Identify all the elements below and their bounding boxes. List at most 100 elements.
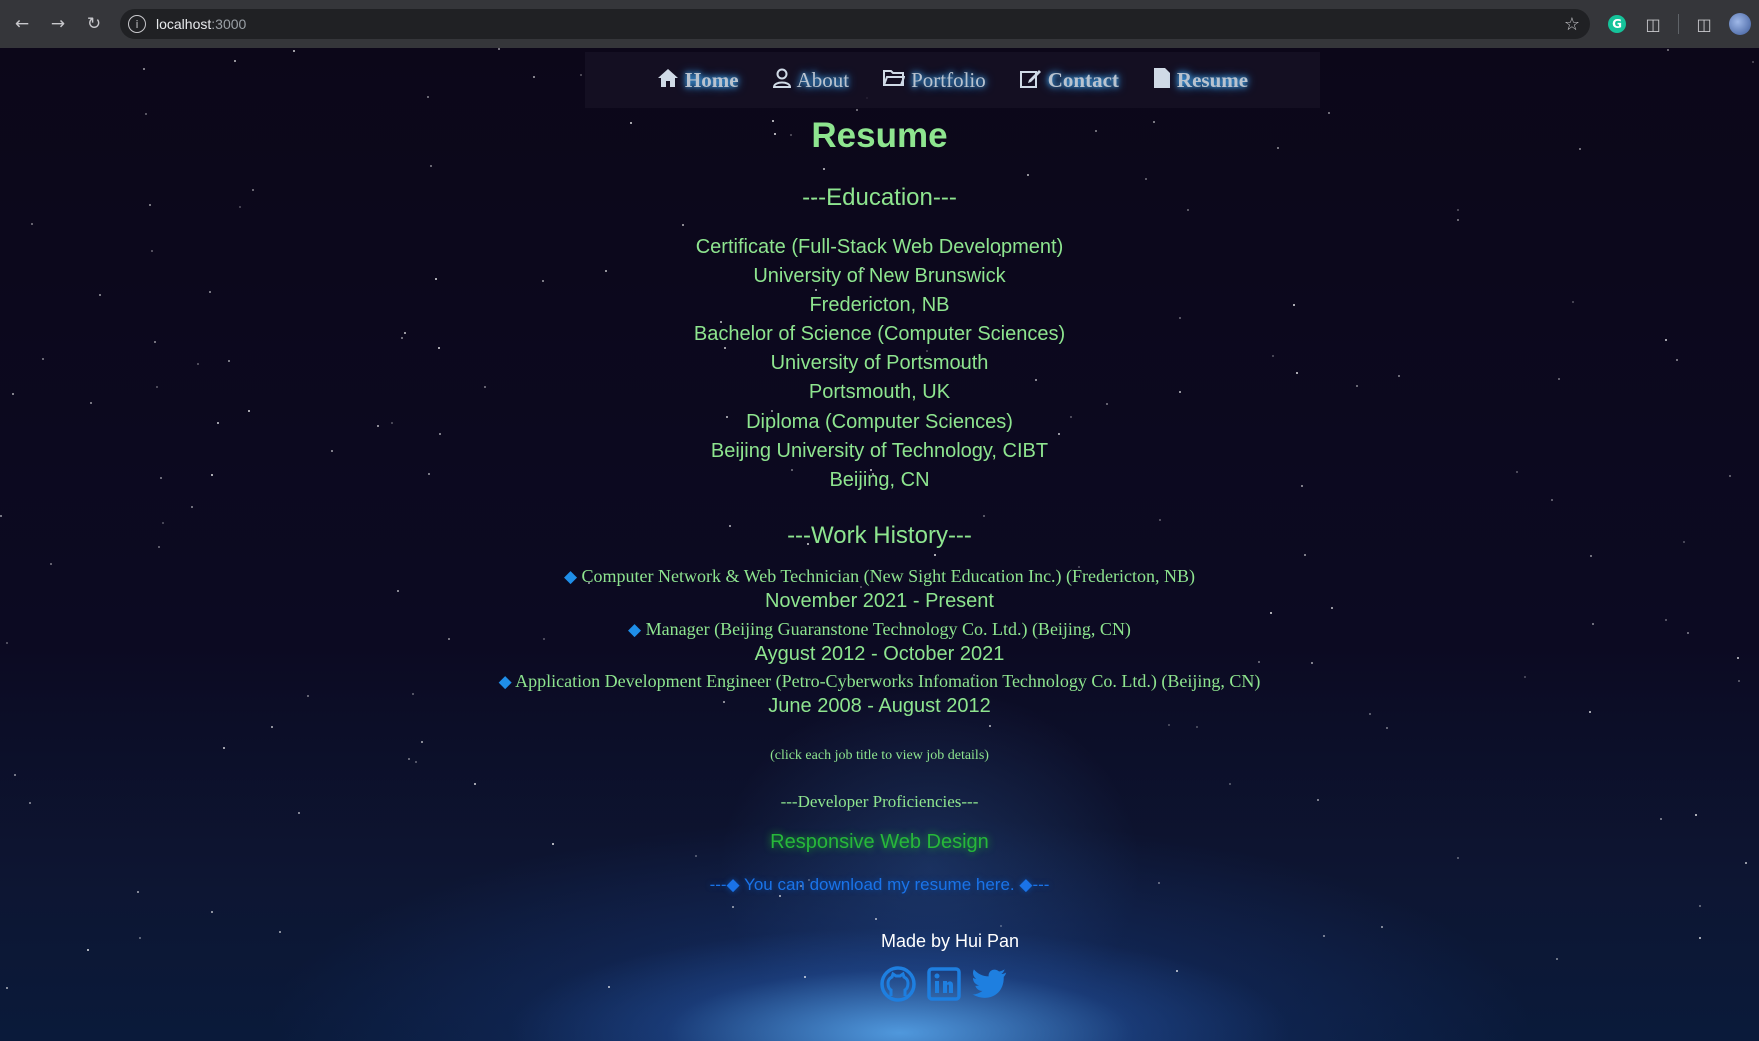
main-navbar: Home About Portfolio Contact Resume — [585, 52, 1320, 108]
nav-portfolio[interactable]: Portfolio — [883, 68, 986, 93]
education-line: Beijing University of Technology, CIBT — [710, 440, 1049, 462]
star-dot — [695, 855, 697, 857]
education-line: Portsmouth, UK — [808, 381, 951, 403]
nav-portfolio-label: Portfolio — [911, 67, 986, 92]
star-dot — [1745, 862, 1747, 864]
job-dates: Aygust 2012 - October 2021 — [754, 643, 1005, 665]
download-resume-link[interactable]: ---◆ You can download my resume here. ◆-… — [0, 875, 1759, 895]
url-host: localhost — [156, 16, 212, 32]
education-line: Fredericton, NB — [809, 294, 950, 316]
nav-about-label: About — [796, 67, 850, 92]
diamond-bullet-icon: ◆ — [726, 875, 740, 895]
star-dot — [1457, 219, 1459, 221]
made-by-credit: Made by Hui Pan — [880, 931, 1020, 951]
star-dot — [293, 50, 295, 52]
star-dot — [1590, 555, 1592, 557]
star-dot — [211, 911, 213, 913]
education-line: University of Portsmouth — [770, 352, 989, 374]
nav-resume[interactable]: Resume — [1153, 67, 1248, 94]
star-dot — [0, 515, 2, 517]
star-dot — [6, 987, 8, 989]
star-dot — [1558, 378, 1560, 380]
star-dot — [983, 515, 985, 517]
profile-avatar-icon[interactable] — [1729, 13, 1751, 35]
star-dot — [1381, 926, 1383, 928]
star-dot — [1556, 958, 1558, 960]
address-bar[interactable]: i localhost:3000 ☆ — [120, 9, 1590, 39]
education-line: Diploma (Computer Sciences) — [746, 411, 1013, 433]
star-dot — [421, 741, 423, 743]
star-dot — [804, 976, 806, 978]
star-dot — [438, 347, 440, 349]
star-dot — [875, 918, 877, 920]
nav-about[interactable]: About — [772, 67, 850, 93]
star-dot — [1229, 783, 1231, 785]
star-dot — [191, 506, 193, 508]
job-title-text: Manager (Beijing Guaranstone Technology … — [645, 619, 1131, 639]
home-icon — [657, 68, 679, 93]
star-dot — [31, 223, 33, 225]
education-line: Certificate (Full-Stack Web Development) — [695, 236, 1064, 258]
extensions-puzzle-icon[interactable]: ◫ — [1642, 13, 1664, 35]
browser-toolbar: ← → ↻ i localhost:3000 ☆ G ◫ ◫ — [0, 0, 1759, 48]
grammarly-extension-icon[interactable]: G — [1606, 13, 1628, 35]
reload-icon[interactable]: ↻ — [80, 10, 108, 38]
star-dot — [1176, 970, 1178, 972]
social-links — [880, 966, 1008, 1002]
star-dot — [823, 168, 825, 170]
star-dot — [682, 224, 684, 226]
diamond-bullet-icon: ◆ — [628, 620, 642, 640]
star-dot — [1196, 726, 1198, 728]
forward-icon[interactable]: → — [44, 10, 72, 38]
star-dot — [1159, 519, 1161, 521]
star-dot — [234, 60, 236, 62]
star-dot — [1168, 724, 1170, 726]
page-background: Home About Portfolio Contact Resume Resu… — [0, 48, 1759, 1041]
education-heading: ---Education--- — [802, 184, 957, 211]
star-dot — [271, 726, 273, 728]
education-line: University of New Brunswick — [753, 265, 1006, 287]
star-dot — [1667, 49, 1669, 51]
work-history-heading: ---Work History--- — [787, 522, 972, 549]
site-info-icon[interactable]: i — [128, 15, 146, 33]
nav-resume-label: Resume — [1176, 67, 1249, 92]
toolbar-divider — [1678, 14, 1679, 34]
file-icon — [1153, 67, 1171, 94]
star-dot — [145, 113, 147, 115]
job-title-link[interactable]: ◆ Computer Network & Web Technician (New… — [0, 566, 1759, 587]
star-dot — [474, 783, 476, 785]
star-dot — [724, 347, 726, 349]
star-dot — [1027, 174, 1029, 176]
star-dot — [143, 68, 145, 70]
url-port: :3000 — [211, 16, 247, 32]
star-dot — [209, 291, 211, 293]
star-dot — [856, 109, 858, 111]
star-dot — [934, 554, 936, 556]
education-line: Bachelor of Science (Computer Sciences) — [693, 323, 1066, 345]
job-title-link[interactable]: ◆ Manager (Beijing Guaranstone Technolog… — [0, 619, 1759, 640]
job-title-link[interactable]: ◆ Application Development Engineer (Petr… — [0, 671, 1759, 692]
job-details-note: (click each job title to view job detail… — [770, 748, 989, 763]
nav-home-label: Home — [684, 67, 739, 92]
twitter-icon[interactable] — [972, 966, 1008, 1002]
nav-contact-label: Contact — [1047, 67, 1119, 92]
star-dot — [1695, 814, 1697, 816]
back-icon[interactable]: ← — [8, 10, 36, 38]
nav-home[interactable]: Home — [657, 68, 739, 93]
star-dot — [298, 812, 300, 814]
bookmark-star-icon[interactable]: ☆ — [1564, 14, 1580, 35]
job-title-text: Application Development Engineer (Petro-… — [515, 671, 1261, 691]
star-dot — [14, 774, 16, 776]
developer-proficiencies-heading: ---Developer Proficiencies--- — [780, 792, 979, 811]
download-text: You can download my resume here. — [744, 875, 1015, 894]
linkedin-icon[interactable] — [926, 966, 962, 1002]
nav-contact[interactable]: Contact — [1019, 67, 1119, 93]
url-text: localhost:3000 — [156, 16, 246, 32]
page-title: Resume — [811, 116, 948, 155]
diamond-bullet-icon: ◆ — [563, 567, 578, 587]
job-dates: November 2021 - Present — [764, 590, 994, 612]
side-panel-icon[interactable]: ◫ — [1693, 13, 1715, 35]
github-icon[interactable] — [880, 966, 916, 1002]
star-dot — [1660, 818, 1662, 820]
star-dot — [430, 165, 432, 167]
